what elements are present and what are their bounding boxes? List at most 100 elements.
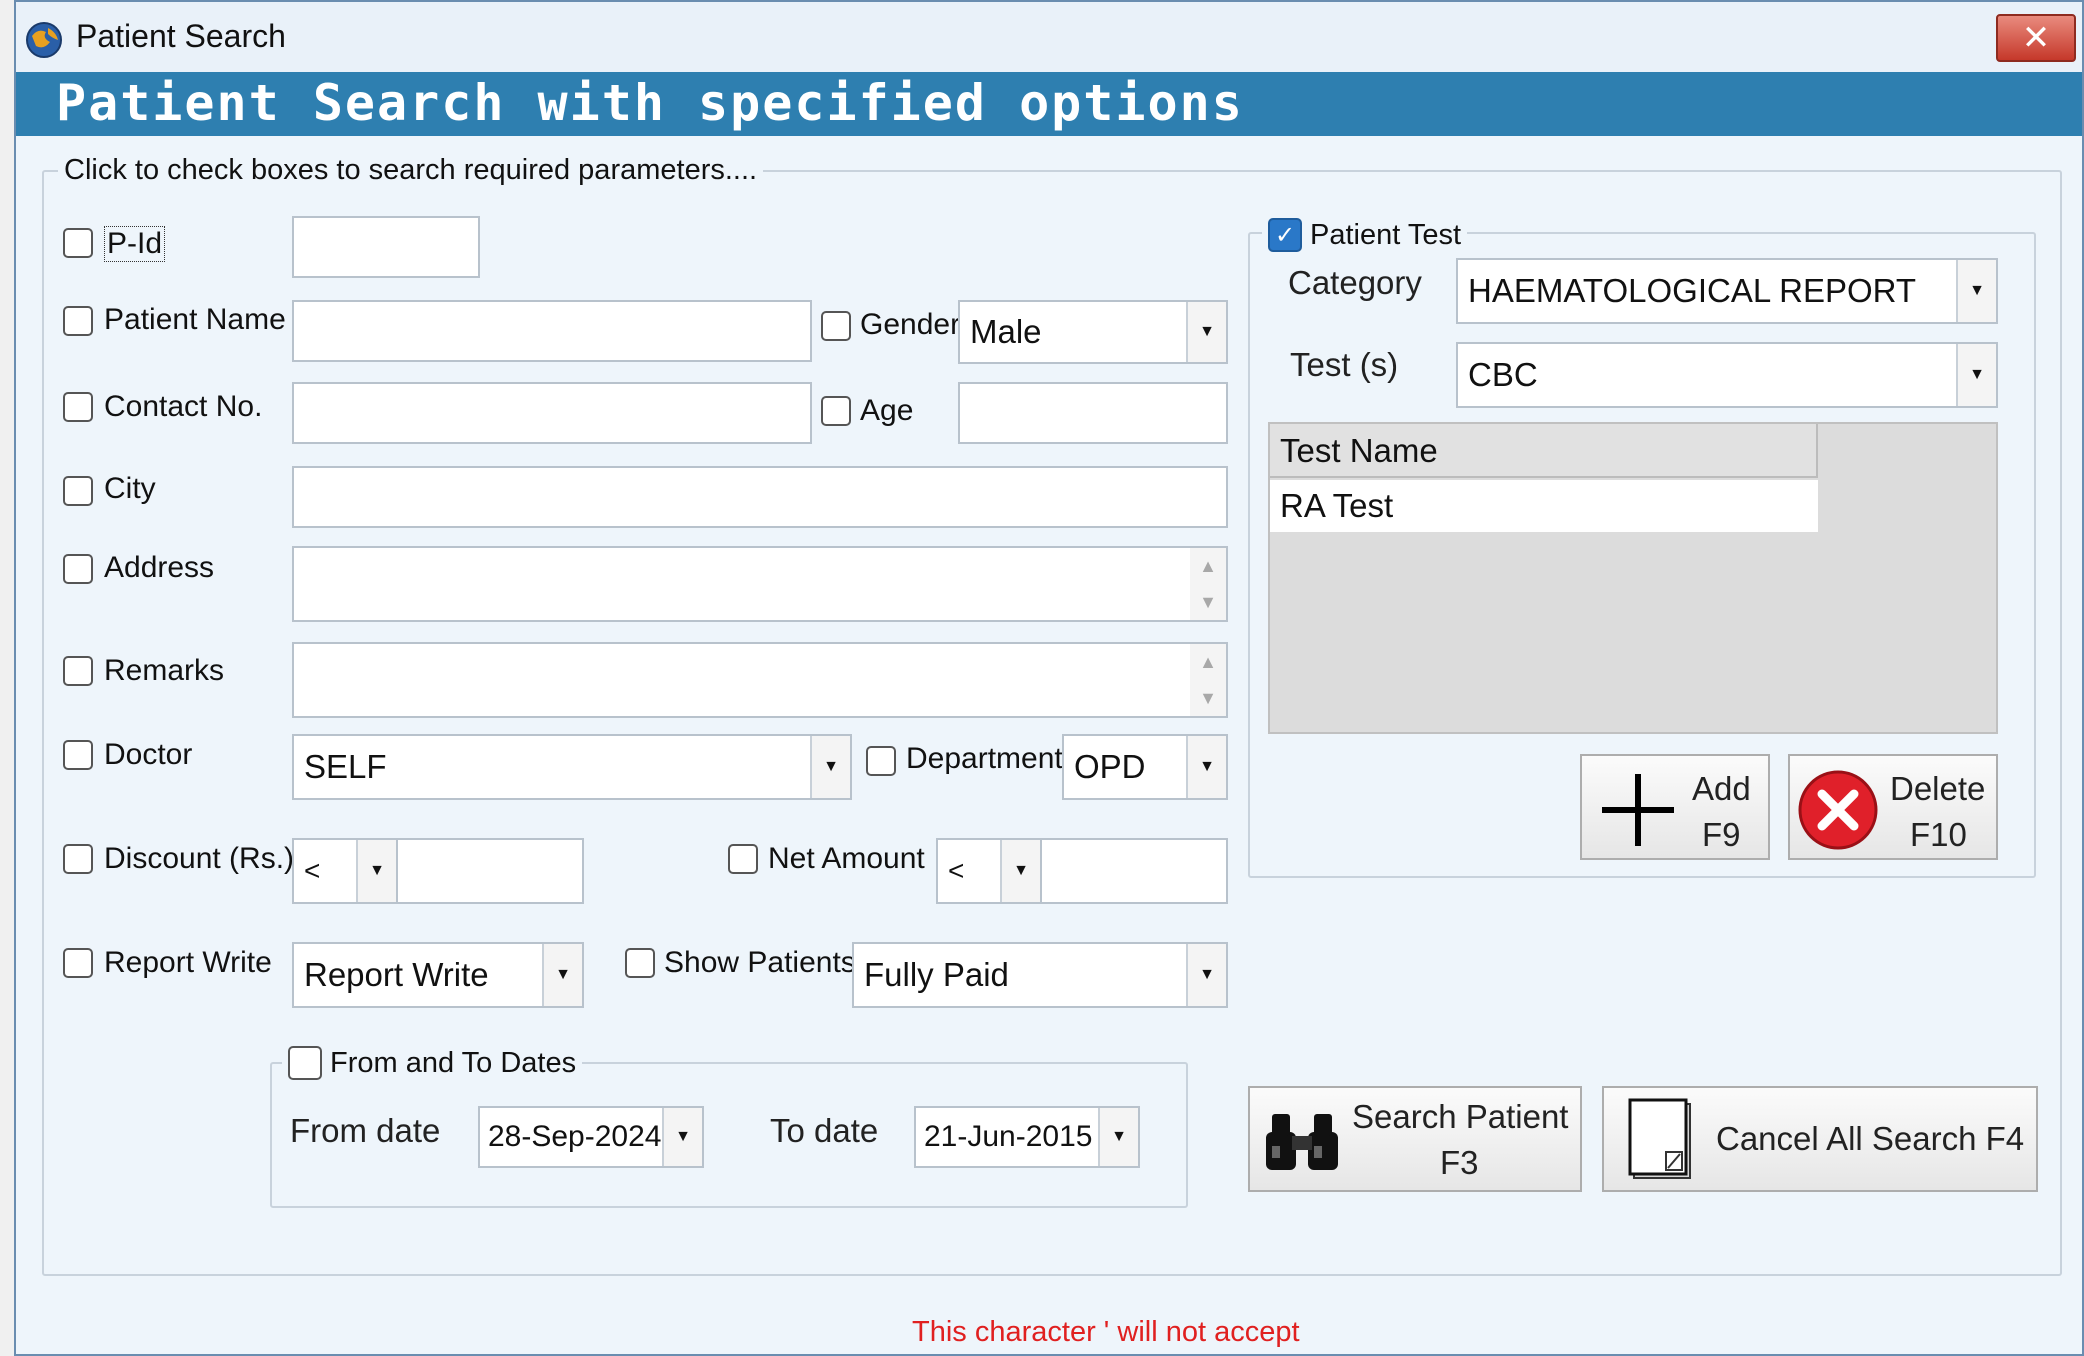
add-shortcut: F9 (1702, 816, 1741, 853)
dates-checkbox[interactable] (288, 1046, 322, 1080)
chevron-down-icon[interactable]: ▼ (1186, 736, 1226, 798)
dates-legend-label: From and To Dates (330, 1046, 577, 1079)
tests-label: Test (s) (1290, 346, 1399, 383)
show-patients-label: Show Patients (664, 946, 856, 979)
table-row[interactable]: RA Test (1270, 480, 1818, 532)
from-date-value: 28-Sep-2024 (488, 1120, 662, 1153)
to-date-picker[interactable]: 21-Jun-2015 ▼ (914, 1106, 1140, 1168)
chevron-down-icon[interactable]: ▼ (1186, 944, 1226, 1006)
search-patient-label: Search Patient (1352, 1098, 1569, 1135)
discount-operator-value: < (304, 855, 321, 886)
delete-test-button[interactable]: Delete F10 (1788, 754, 1998, 860)
plus-icon (1602, 774, 1674, 846)
from-date-label: From date (290, 1112, 441, 1149)
age-checkbox[interactable] (821, 396, 851, 426)
patient-name-checkbox[interactable] (63, 306, 93, 336)
category-select[interactable]: HAEMATOLOGICAL REPORT ▼ (1456, 258, 1998, 324)
age-input[interactable] (958, 382, 1228, 444)
to-date-label: To date (770, 1112, 879, 1149)
patient-name-label: Patient Name (104, 303, 286, 336)
net-amount-label: Net Amount (768, 842, 925, 875)
contact-no-input[interactable] (292, 382, 812, 444)
chevron-down-icon[interactable]: ▼ (542, 944, 582, 1006)
address-scrollbar[interactable]: ▲ ▼ (1190, 548, 1226, 620)
gender-label: Gender (860, 308, 961, 341)
department-select[interactable]: OPD ▼ (1062, 734, 1228, 800)
contact-no-checkbox[interactable] (63, 392, 93, 422)
age-label: Age (860, 394, 914, 427)
remarks-scrollbar[interactable]: ▲ ▼ (1190, 644, 1226, 716)
pid-label: P-Id (104, 226, 166, 262)
report-write-checkbox[interactable] (63, 948, 93, 978)
address-checkbox[interactable] (63, 554, 93, 584)
department-label: Department (906, 742, 1063, 775)
discount-checkbox[interactable] (63, 844, 93, 874)
show-patients-checkbox[interactable] (625, 948, 655, 978)
department-checkbox[interactable] (866, 746, 896, 776)
pid-checkbox[interactable] (63, 228, 93, 258)
gender-checkbox[interactable] (821, 311, 851, 341)
report-write-value: Report Write (304, 956, 489, 993)
remarks-input[interactable]: ▲ ▼ (292, 642, 1228, 718)
chevron-down-icon[interactable]: ▼ (356, 840, 396, 902)
chevron-down-icon[interactable]: ▼ (1186, 302, 1226, 362)
gender-select[interactable]: Male ▼ (958, 300, 1228, 364)
chevron-down-icon[interactable]: ▼ (662, 1108, 702, 1166)
patient-test-checkbox[interactable]: ✓ (1268, 218, 1302, 252)
doctor-select[interactable]: SELF ▼ (292, 734, 852, 800)
close-icon: ✕ (2021, 19, 2051, 57)
patient-test-legend: ✓ Patient Test (1262, 218, 1468, 252)
remarks-label: Remarks (104, 654, 225, 687)
pid-input[interactable] (292, 216, 480, 278)
discount-input[interactable] (396, 838, 584, 904)
delete-label: Delete (1890, 770, 1986, 807)
discount-operator-select[interactable]: < ▼ (292, 838, 398, 904)
category-value: HAEMATOLOGICAL REPORT (1468, 272, 1917, 309)
title-bar (16, 2, 2082, 72)
show-patients-value: Fully Paid (864, 956, 1009, 993)
net-amount-checkbox[interactable] (728, 844, 758, 874)
app-globe-icon (24, 20, 64, 60)
chevron-down-icon[interactable]: ▼ (1098, 1108, 1138, 1166)
city-label: City (104, 472, 156, 505)
patient-name-input[interactable] (292, 300, 812, 362)
show-patients-select[interactable]: Fully Paid ▼ (852, 942, 1228, 1008)
banner-title: Patient Search with specified options (56, 74, 1244, 132)
city-input[interactable] (292, 466, 1228, 528)
search-parameters-legend: Click to check boxes to search required … (58, 154, 764, 187)
chevron-down-icon[interactable]: ▼ (1000, 840, 1040, 902)
dates-legend: From and To Dates (282, 1046, 583, 1080)
address-label: Address (104, 551, 215, 584)
red-x-icon (1798, 770, 1878, 850)
city-checkbox[interactable] (63, 476, 93, 506)
category-label: Category (1288, 264, 1422, 301)
tests-select[interactable]: CBC ▼ (1456, 342, 1998, 408)
search-patient-button[interactable]: Search Patient F3 (1248, 1086, 1582, 1192)
to-date-value: 21-Jun-2015 (924, 1120, 1093, 1153)
test-name-column-header[interactable]: Test Name (1270, 424, 1818, 478)
add-label: Add (1692, 770, 1751, 807)
document-icon (1628, 1098, 1691, 1179)
patient-test-label: Patient Test (1310, 218, 1462, 251)
chevron-down-icon[interactable]: ▼ (1956, 260, 1996, 322)
report-write-select[interactable]: Report Write ▼ (292, 942, 584, 1008)
address-input[interactable]: ▲ ▼ (292, 546, 1228, 622)
net-amount-input[interactable] (1040, 838, 1228, 904)
delete-shortcut: F10 (1910, 816, 1967, 853)
contact-no-label: Contact No. (104, 390, 263, 423)
net-amount-operator-select[interactable]: < ▼ (936, 838, 1042, 904)
close-button[interactable]: ✕ (1996, 14, 2076, 62)
tests-value: CBC (1468, 356, 1538, 393)
doctor-checkbox[interactable] (63, 740, 93, 770)
search-patient-shortcut: F3 (1440, 1144, 1479, 1181)
remarks-checkbox[interactable] (63, 656, 93, 686)
chevron-down-icon[interactable]: ▼ (1956, 344, 1996, 406)
cancel-all-search-button[interactable]: Cancel All Search F4 (1602, 1086, 2038, 1192)
doctor-value: SELF (304, 748, 387, 785)
net-amount-operator-value: < (948, 855, 965, 886)
from-date-picker[interactable]: 28-Sep-2024 ▼ (478, 1106, 704, 1168)
chevron-down-icon[interactable]: ▼ (810, 736, 850, 798)
add-test-button[interactable]: Add F9 (1580, 754, 1770, 860)
doctor-label: Doctor (104, 738, 193, 771)
binoculars-icon (1266, 1114, 1338, 1170)
